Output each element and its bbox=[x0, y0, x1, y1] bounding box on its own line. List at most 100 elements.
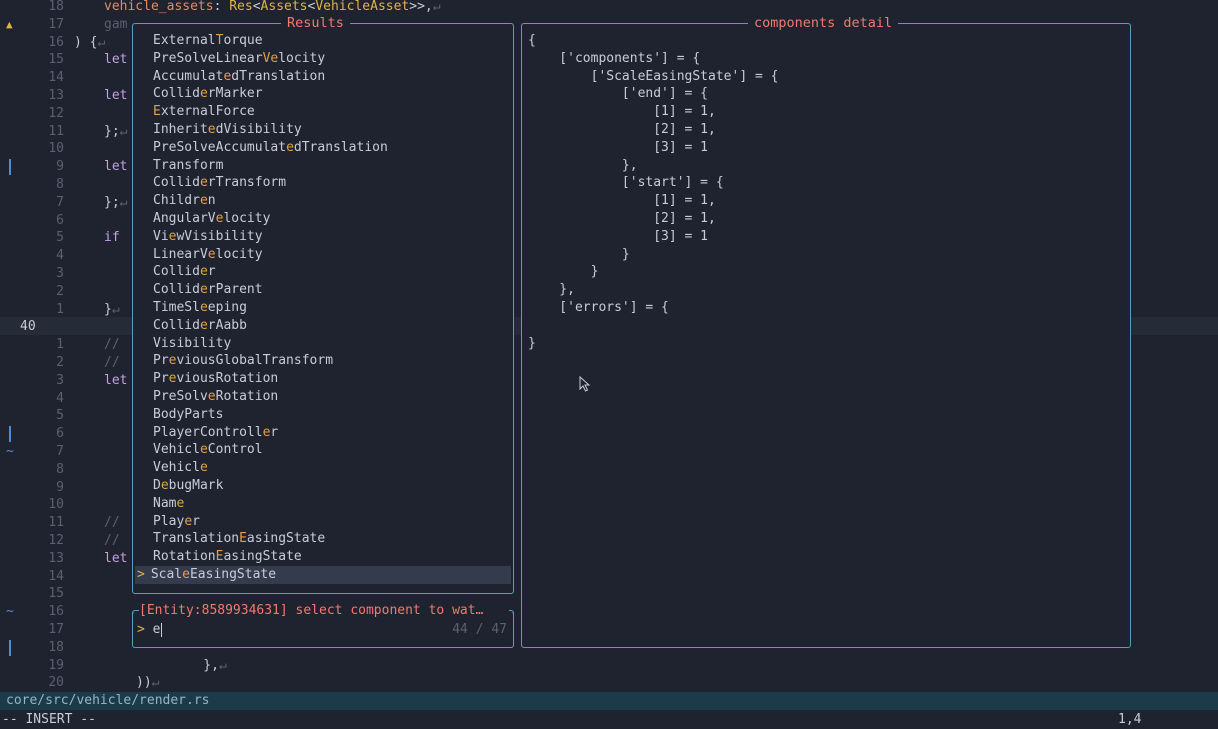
line-number: 10 bbox=[48, 141, 64, 157]
result-item[interactable]: LinearVelocity bbox=[153, 246, 263, 264]
statusline: core/src/vehicle/render.rs bbox=[0, 692, 1218, 710]
result-item[interactable]: ColliderMarker bbox=[153, 85, 263, 103]
result-item[interactable]: PreSolveAccumulatedTranslation bbox=[153, 139, 388, 157]
text-cursor bbox=[161, 622, 163, 637]
result-item[interactable]: PreviousGlobalTransform bbox=[153, 352, 333, 370]
detail-line: } bbox=[528, 335, 536, 351]
result-item[interactable]: AccumulatedTranslation bbox=[153, 68, 325, 86]
code-text: // bbox=[104, 337, 120, 353]
code-text: let bbox=[104, 88, 128, 103]
command-line: -- INSERT -- 1,4 bbox=[0, 710, 1218, 729]
result-item[interactable]: ColliderTransform bbox=[153, 174, 286, 192]
detail-line: [2] = 1, bbox=[528, 211, 716, 226]
result-count: 44 / 47 bbox=[452, 622, 507, 637]
git-change-sign-icon bbox=[9, 639, 11, 656]
result-item[interactable]: TimeSleeping bbox=[153, 299, 247, 317]
line-number: 7 bbox=[56, 194, 64, 210]
result-item[interactable]: InheritedVisibility bbox=[153, 121, 302, 139]
line-number: 2 bbox=[56, 283, 64, 299]
prompt-title: [Entity:8589934631] select component to … bbox=[139, 603, 509, 619]
detail-line: [3] = 1 bbox=[528, 139, 709, 155]
line-number: 11 bbox=[48, 123, 64, 139]
results-panel: Results ExternalTorque PreSolveLinearVelo… bbox=[132, 15, 514, 594]
code-text: let bbox=[104, 372, 128, 388]
result-item[interactable]: Vehicle bbox=[153, 459, 208, 477]
line-number: 19 bbox=[48, 657, 64, 673]
code-text: }↵ bbox=[104, 301, 120, 317]
code-text: vehicle_assets: Res<Assets<VehicleAsset>… bbox=[104, 0, 441, 14]
code-text: };↵ bbox=[104, 194, 128, 210]
result-item[interactable]: Children bbox=[153, 192, 216, 210]
git-change-sign-icon bbox=[9, 159, 11, 176]
prompt-input-row[interactable]: > e 44 / 47 bbox=[137, 621, 509, 639]
line-number: 18 bbox=[48, 0, 64, 14]
line-number: 5 bbox=[56, 408, 64, 424]
line-number: 15 bbox=[48, 52, 64, 68]
line-number: 7 bbox=[56, 444, 64, 459]
detail-line: ['end'] = { bbox=[528, 86, 709, 102]
code-text: // bbox=[104, 533, 120, 548]
code-text: // bbox=[104, 355, 120, 370]
code-text: if bbox=[104, 230, 120, 246]
result-item[interactable]: BodyParts bbox=[153, 406, 223, 424]
detail-line: ['start'] = { bbox=[528, 175, 724, 191]
editor-line: 20 ))↵ bbox=[0, 674, 1218, 692]
line-number: 4 bbox=[56, 248, 64, 264]
result-item[interactable]: Visibility bbox=[153, 335, 231, 353]
result-item[interactable]: Name bbox=[153, 495, 184, 513]
git-change-sign-icon bbox=[9, 426, 11, 443]
line-number: 20 bbox=[48, 675, 64, 691]
prompt-caret: > bbox=[137, 622, 145, 637]
line-number: 12 bbox=[48, 105, 64, 121]
result-item[interactable]: ColliderParent bbox=[153, 281, 263, 299]
result-item[interactable]: DebugMark bbox=[153, 477, 223, 495]
result-item[interactable]: PreSolveRotation bbox=[153, 388, 278, 406]
result-item[interactable]: PlayerController bbox=[153, 424, 278, 442]
line-number: 8 bbox=[56, 461, 64, 477]
line-number: 1 bbox=[56, 301, 64, 317]
detail-line: { bbox=[528, 33, 536, 48]
selection-marker: > bbox=[137, 567, 145, 582]
detail-line: } bbox=[528, 264, 599, 280]
result-item[interactable]: VehicleControl bbox=[153, 441, 263, 459]
git-modified-sign-icon: ~ bbox=[6, 604, 14, 620]
line-number: 40 bbox=[20, 319, 36, 335]
line-number: 16 bbox=[48, 34, 64, 50]
components-detail-panel: components detail { ['components'] = { [… bbox=[521, 15, 1131, 648]
results-title: Results bbox=[281, 15, 350, 31]
code-text: ) {↵ bbox=[74, 34, 106, 50]
result-item[interactable]: Collider bbox=[153, 263, 216, 281]
detail-line: } bbox=[528, 246, 630, 262]
result-item[interactable]: ExternalTorque bbox=[153, 32, 263, 50]
detail-line: }, bbox=[528, 282, 575, 298]
result-item[interactable]: Transform bbox=[153, 157, 223, 175]
detail-line: }, bbox=[528, 157, 638, 173]
line-number: 5 bbox=[56, 230, 64, 246]
line-number: 6 bbox=[56, 212, 64, 228]
code-text: ))↵ bbox=[136, 675, 160, 691]
line-number: 3 bbox=[56, 372, 64, 388]
result-item[interactable]: AngularVelocity bbox=[153, 210, 270, 228]
line-number: 17 bbox=[48, 622, 64, 637]
result-item[interactable]: ViewVisibility bbox=[153, 228, 263, 246]
line-number: 3 bbox=[56, 266, 64, 281]
code-text: };↵ bbox=[104, 123, 128, 139]
result-item[interactable]: Player bbox=[153, 513, 200, 531]
prompt-panel: [Entity:8589934631] select component to … bbox=[131, 603, 514, 648]
result-item[interactable]: ColliderAabb bbox=[153, 317, 247, 335]
mode-indicator: -- INSERT -- bbox=[2, 712, 96, 727]
line-number: 11 bbox=[48, 515, 64, 531]
result-item[interactable]: ExternalForce bbox=[153, 103, 255, 121]
result-item-selected[interactable]: > ScaleEasingState bbox=[135, 566, 511, 584]
result-item[interactable]: PreSolveLinearVelocity bbox=[153, 50, 325, 68]
line-number: 14 bbox=[48, 568, 64, 584]
line-number: 16 bbox=[48, 604, 64, 620]
result-item[interactable]: PreviousRotation bbox=[153, 370, 278, 388]
cursor-position: 1,4 bbox=[1118, 712, 1142, 727]
prompt-input[interactable]: e bbox=[153, 622, 161, 637]
result-item[interactable]: TranslationEasingState bbox=[153, 530, 325, 548]
warning-sign-icon: ▲ bbox=[6, 17, 13, 31]
line-number: 8 bbox=[56, 177, 64, 192]
result-item[interactable]: RotationEasingState bbox=[153, 548, 302, 566]
detail-line: [3] = 1 bbox=[528, 228, 709, 244]
